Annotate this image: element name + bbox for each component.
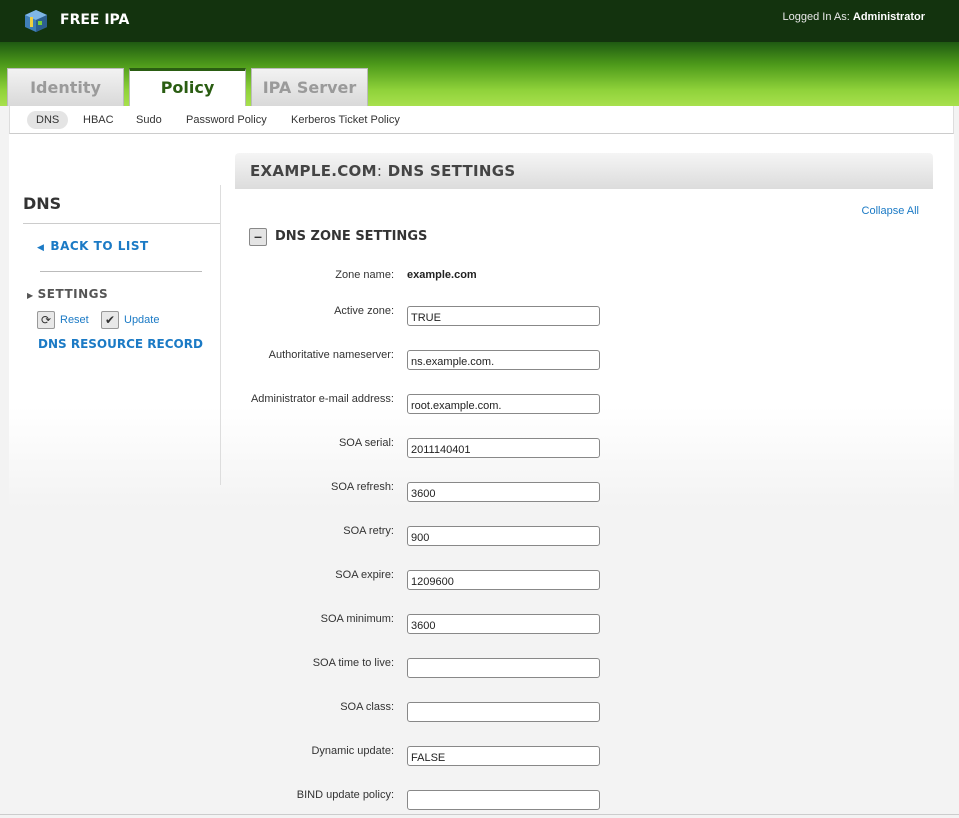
subnav-sudo[interactable]: Sudo — [127, 111, 171, 129]
authoritative-nameserver-label: Authoritative nameserver: — [268, 349, 394, 361]
soa-minimum-input[interactable] — [407, 614, 600, 634]
sub-navigation: DNS HBAC Sudo Password Policy Kerberos T… — [9, 106, 954, 134]
bottom-border — [0, 814, 959, 815]
logged-in-label: Logged In As: — [782, 11, 850, 23]
soa-expire-input[interactable] — [407, 570, 600, 590]
page-title-zone: EXAMPLE.COM — [250, 162, 377, 180]
back-to-list-label: BACK TO LIST — [50, 239, 149, 253]
soa-class-input[interactable] — [407, 702, 600, 722]
top-bar: FREE IPA Logged In As: Administrator — [0, 0, 959, 42]
subnav-password-policy[interactable]: Password Policy — [177, 111, 276, 129]
page-title: EXAMPLE.COM: DNS SETTINGS — [250, 162, 515, 180]
logged-in-user: Logged In As: Administrator — [783, 11, 925, 23]
page-title-separator: : — [376, 162, 383, 180]
soa-ttl-label: SOA time to live: — [312, 657, 394, 669]
right-triangle-icon: ▶ — [27, 291, 34, 300]
sidebar-divider — [23, 223, 220, 224]
bind-update-policy-input[interactable] — [407, 790, 600, 810]
soa-minimum-label: SOA minimum: — [320, 613, 394, 625]
username: Administrator — [852, 11, 925, 23]
freeipa-logo-icon — [25, 10, 47, 32]
soa-serial-input[interactable] — [407, 438, 600, 458]
settings-link[interactable]: ▶ SETTINGS — [27, 287, 108, 301]
settings-label: SETTINGS — [37, 287, 109, 301]
authoritative-nameserver-input[interactable] — [407, 350, 600, 370]
brand-name: FREE IPA — [60, 12, 130, 28]
active-zone-input[interactable] — [407, 306, 600, 326]
soa-refresh-input[interactable] — [407, 482, 600, 502]
subnav-dns[interactable]: DNS — [27, 111, 69, 129]
subnav-hbac[interactable]: HBAC — [74, 111, 123, 129]
tab-ipa-server[interactable]: IPA Server — [251, 68, 368, 106]
back-to-list-link[interactable]: ◀ BACK TO LIST — [37, 239, 149, 253]
tab-identity[interactable]: Identity — [7, 68, 124, 106]
section-title: DNS ZONE SETTINGS — [275, 229, 428, 244]
reset-button[interactable]: Reset — [60, 314, 89, 326]
zone-name-label: Zone name: — [335, 269, 394, 281]
dynamic-update-label: Dynamic update: — [311, 745, 394, 757]
tab-policy[interactable]: Policy — [129, 68, 246, 106]
page-title-rest: DNS SETTINGS — [387, 162, 516, 180]
reset-icon[interactable]: ⟳ — [37, 311, 55, 329]
subnav-kerberos-ticket-policy[interactable]: Kerberos Ticket Policy — [282, 111, 409, 129]
dns-resource-record-link[interactable]: DNS RESOURCE RECORD — [38, 337, 203, 351]
sidebar-title: DNS — [23, 194, 62, 213]
admin-email-input[interactable] — [407, 394, 600, 414]
soa-expire-label: SOA expire: — [335, 569, 394, 581]
zone-name-value: example.com — [407, 269, 477, 281]
collapse-all-link[interactable]: Collapse All — [862, 205, 919, 217]
active-zone-label: Active zone: — [334, 305, 394, 317]
update-icon[interactable]: ✔ — [101, 311, 119, 329]
soa-refresh-label: SOA refresh: — [331, 481, 394, 493]
update-button[interactable]: Update — [124, 314, 159, 326]
bind-update-policy-label: BIND update policy: — [296, 789, 394, 801]
left-arrow-icon: ◀ — [37, 243, 45, 253]
soa-serial-label: SOA serial: — [338, 437, 394, 449]
soa-retry-input[interactable] — [407, 526, 600, 546]
dynamic-update-input[interactable] — [407, 746, 600, 766]
sidebar-divider-2 — [40, 271, 202, 272]
soa-retry-label: SOA retry: — [343, 525, 394, 537]
collapse-section-icon[interactable]: – — [249, 228, 267, 246]
admin-email-label: Administrator e-mail address: — [250, 393, 394, 405]
soa-class-label: SOA class: — [340, 701, 394, 713]
soa-ttl-input[interactable] — [407, 658, 600, 678]
